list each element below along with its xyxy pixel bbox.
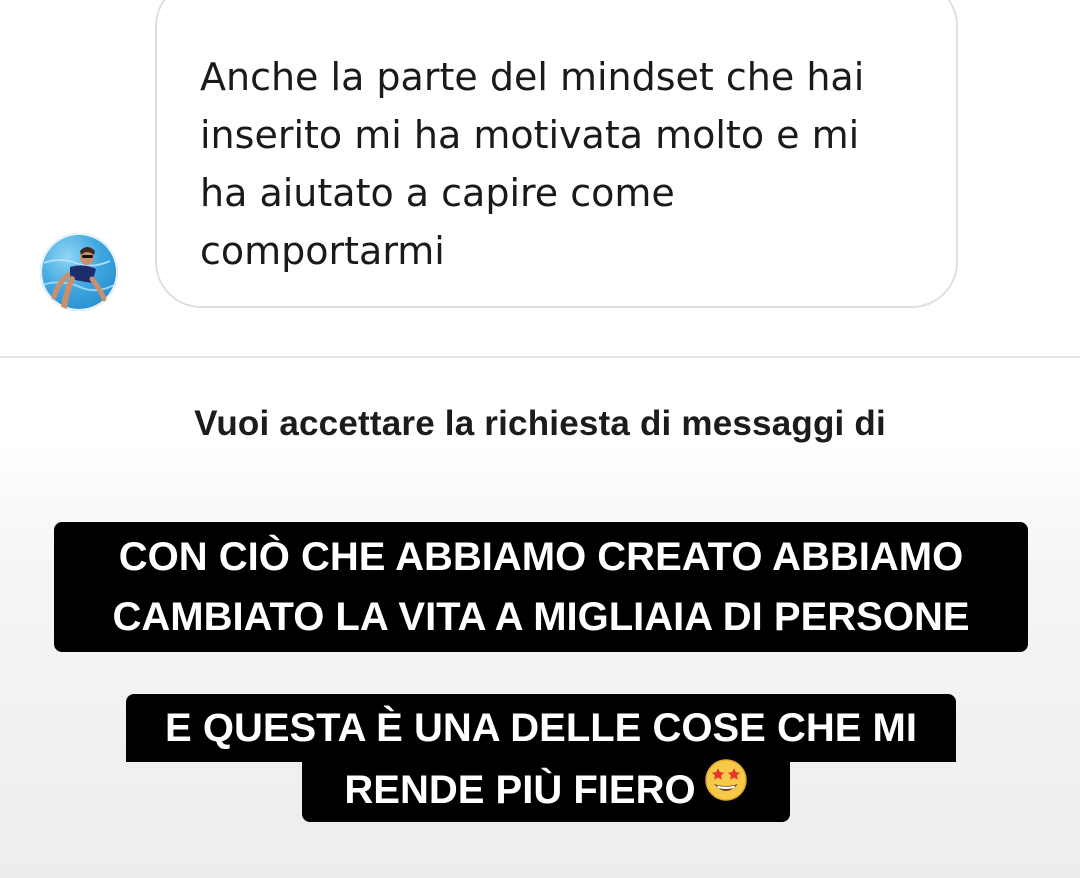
story-screen: Anche la parte del mindset che hai inser… <box>0 0 1080 878</box>
avatar-photo-icon <box>41 247 118 310</box>
story-caption-2-line-1: E QUESTA È UNA DELLE COSE CHE MI <box>126 694 956 762</box>
story-caption-2-line-2: RENDE PIÙ FIERO <box>302 758 790 822</box>
star-struck-emoji-icon <box>704 758 748 819</box>
story-caption-1-line-2: CAMBIATO LA VITA A MIGLIAIA DI PERSONE <box>54 586 1028 652</box>
story-caption-1-line-1: CON CIÒ CHE ABBIAMO CREATO ABBIAMO <box>54 522 1028 588</box>
sender-avatar[interactable] <box>40 233 118 311</box>
story-caption-2-line-2-text: RENDE PIÙ FIERO <box>344 768 696 812</box>
message-text: Anche la parte del mindset che hai inser… <box>200 55 865 273</box>
chat-area: Anche la parte del mindset che hai inser… <box>0 0 1080 356</box>
message-request-prompt: Vuoi accettare la richiesta di messaggi … <box>194 404 886 443</box>
